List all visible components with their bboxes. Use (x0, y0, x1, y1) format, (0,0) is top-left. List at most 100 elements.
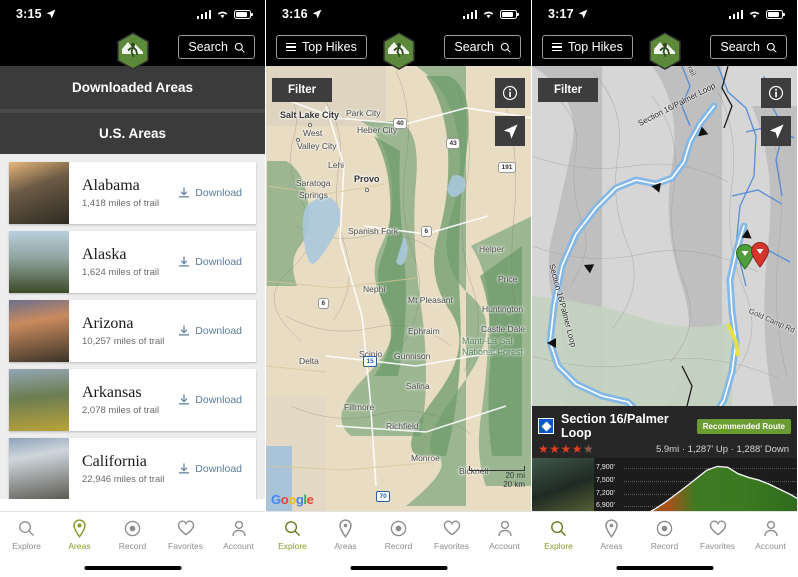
area-name: Arkansas (82, 383, 142, 401)
tab-areas[interactable]: Areas (319, 518, 372, 558)
map-label: Helper (479, 244, 505, 254)
tab-label: Explore (12, 541, 41, 551)
end-marker[interactable] (750, 242, 770, 268)
search-button[interactable]: Search (178, 35, 255, 59)
tab-account[interactable]: Account (478, 518, 531, 558)
tab-label: Account (755, 541, 786, 551)
filter-label: Filter (288, 84, 317, 96)
tab-record[interactable]: Record (106, 518, 159, 558)
map-locate-button[interactable] (761, 116, 791, 146)
tab-explore[interactable]: Explore (266, 518, 319, 558)
filter-button[interactable]: Filter (538, 78, 599, 102)
home-indicator[interactable] (84, 565, 181, 570)
top-hikes-button[interactable]: Top Hikes (542, 35, 633, 59)
magnifier-icon (18, 518, 35, 538)
tab-favorites[interactable]: Favorites (159, 518, 212, 558)
us-areas-header[interactable]: U.S. Areas (0, 113, 265, 154)
top-hikes-button[interactable]: Top Hikes (276, 35, 367, 59)
list-item[interactable]: California 22,946 miles of trail Downloa… (9, 438, 256, 499)
hiker-hexagon-logo (116, 32, 149, 70)
tab-record[interactable]: Record (372, 518, 425, 558)
area-miles: 22,946 miles of trail (82, 474, 165, 486)
nav-bar: Top Hikes Search (532, 28, 797, 70)
elev-ytick: 7,900' (596, 464, 615, 471)
magnifier-icon (500, 42, 511, 53)
full-stars: ★★★★ (538, 442, 584, 456)
map-canvas[interactable]: Filter Salt Lake City Park City West Val… (266, 66, 531, 511)
area-name: California (82, 452, 147, 470)
area-name: Alaska (82, 245, 127, 263)
download-button[interactable]: Download (178, 462, 256, 476)
tab-areas[interactable]: Areas (53, 518, 106, 558)
tab-areas[interactable]: Areas (585, 518, 638, 558)
list-item[interactable]: Arizona 10,257 miles of trail Download (9, 300, 256, 362)
heart-icon (709, 518, 727, 538)
elev-ytick: 6,900' (596, 502, 615, 509)
google-attribution: Google (271, 492, 314, 507)
nav-bar: Top Hikes Search (266, 28, 531, 70)
download-label: Download (195, 463, 242, 475)
area-thumbnail (9, 300, 69, 362)
tab-favorites[interactable]: Favorites (691, 518, 744, 558)
download-label: Download (195, 256, 242, 268)
battery-icon (766, 9, 785, 19)
tab-explore[interactable]: Explore (0, 518, 53, 558)
wifi-icon (217, 11, 228, 19)
tab-favorites[interactable]: Favorites (425, 518, 478, 558)
tab-label: Favorites (168, 541, 203, 551)
status-time: 3:17 (548, 7, 574, 21)
tab-account[interactable]: Account (744, 518, 797, 558)
downloaded-areas-header: Downloaded Areas (0, 66, 265, 109)
record-dot-icon (656, 518, 673, 538)
download-button[interactable]: Download (178, 186, 256, 200)
map-label: Spanish Fork (348, 226, 399, 236)
map-label: Valley City (297, 141, 337, 151)
route-shield: 40 (393, 118, 408, 129)
battery-icon (234, 9, 253, 19)
list-item[interactable]: Arkansas 2,078 miles of trail Download (9, 369, 256, 431)
list-item[interactable]: Alaska 1,624 miles of trail Download (9, 231, 256, 293)
wifi-icon (749, 11, 760, 19)
navigation-arrow-icon (503, 123, 518, 139)
search-button[interactable]: Search (710, 35, 787, 59)
info-circle-icon (768, 85, 784, 101)
top-hikes-label: Top Hikes (302, 40, 357, 54)
search-button[interactable]: Search (444, 35, 521, 59)
download-button[interactable]: Download (178, 393, 256, 407)
route-shield: 191 (498, 162, 516, 173)
trail-detail-card[interactable]: Section 16/Palmer Loop Recommended Route… (532, 406, 797, 528)
map-label: Price (498, 274, 518, 284)
map-label: Salt Lake City (280, 110, 340, 120)
filter-button[interactable]: Filter (272, 78, 333, 102)
map-locate-button[interactable] (495, 116, 525, 146)
map-pin-icon (604, 518, 619, 538)
tab-account[interactable]: Account (212, 518, 265, 558)
list-item[interactable]: Alabama 1,418 miles of trail Download (9, 162, 256, 224)
map-label: Provo (354, 174, 380, 184)
map-label: Fillmore (344, 402, 375, 412)
tab-explore[interactable]: Explore (532, 518, 585, 558)
download-button[interactable]: Download (178, 255, 256, 269)
route-shield: 15 (363, 356, 378, 367)
map-info-button[interactable] (761, 78, 791, 108)
home-indicator[interactable] (616, 565, 713, 570)
tab-bar: Explore Areas Record Favorites Account (266, 511, 531, 577)
cellular-bars-icon (462, 9, 477, 19)
map-label: Delta (299, 356, 319, 366)
top-hikes-label: Top Hikes (568, 40, 623, 54)
map-info-button[interactable] (495, 78, 525, 108)
home-indicator[interactable] (350, 565, 447, 570)
tab-label: Areas (600, 541, 623, 551)
map-label: Salina (406, 381, 430, 391)
record-dot-icon (390, 518, 407, 538)
download-button[interactable]: Download (178, 324, 256, 338)
rating-stars: ★★★★★ (538, 442, 594, 456)
hamburger-icon (552, 43, 562, 51)
map-label: Heber City (357, 125, 398, 135)
three-panel-screenshot: 3:15 Search Downloaded Areas U.S. Areas … (0, 0, 798, 577)
elev-ytick: 7,500' (596, 477, 615, 484)
half-star: ★ (583, 442, 595, 456)
areas-list[interactable]: Alabama 1,418 miles of trail Download Al… (0, 154, 265, 499)
person-icon (231, 518, 247, 538)
tab-record[interactable]: Record (638, 518, 691, 558)
